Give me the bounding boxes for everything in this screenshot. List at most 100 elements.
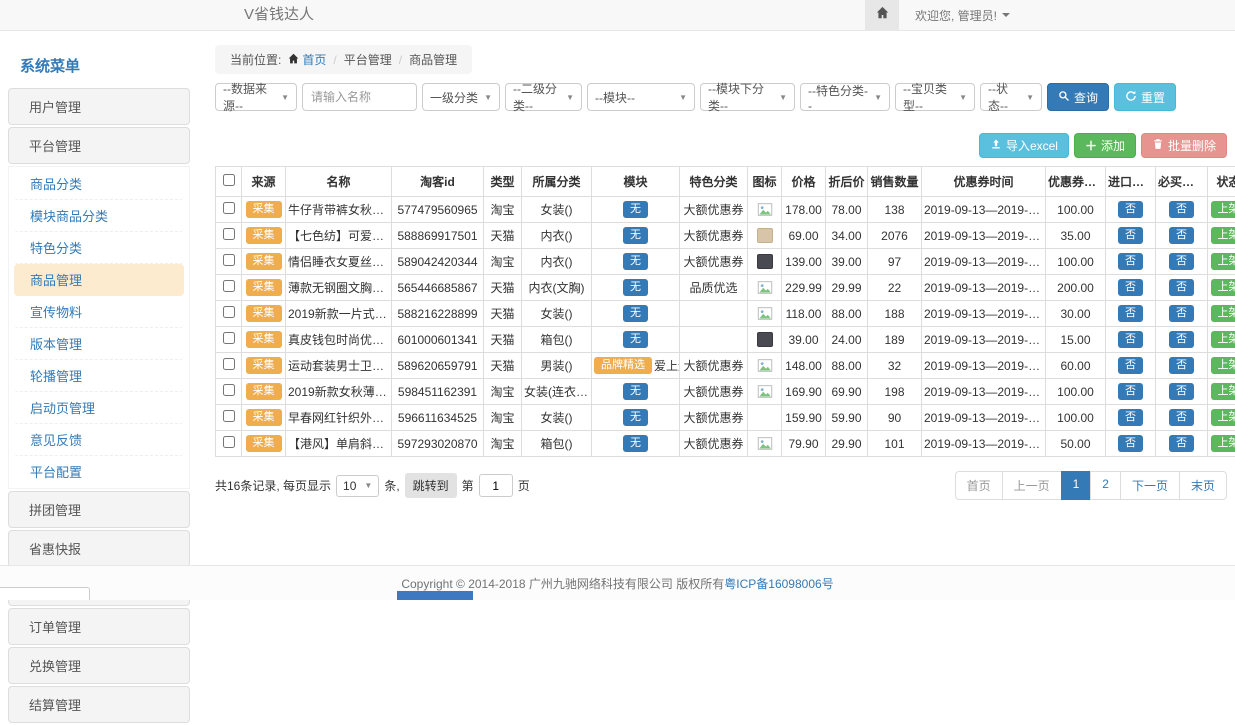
sidebar-sub-item[interactable]: 商品管理 bbox=[14, 264, 184, 296]
filter-select-data-source[interactable]: --数据来源--▼ bbox=[215, 83, 297, 111]
must-buy-toggle-badge[interactable]: 否 bbox=[1169, 409, 1194, 426]
sidebar-sub-item[interactable]: 宣传物料 bbox=[14, 296, 184, 328]
must-buy-toggle-badge[interactable]: 否 bbox=[1169, 227, 1194, 244]
user-dropdown[interactable]: 欢迎您, 管理员! bbox=[915, 7, 1010, 24]
batch-delete-button[interactable]: 批量删除 bbox=[1141, 133, 1227, 158]
table-toolbar: 导入excel ＋ 添加 批量删除 bbox=[215, 133, 1227, 158]
status-badge[interactable]: 上架 bbox=[1211, 435, 1235, 452]
sidebar-sub-item[interactable]: 意见反馈 bbox=[14, 424, 184, 456]
filter-select[interactable]: --模块--▼ bbox=[587, 83, 695, 111]
feature-cell bbox=[680, 301, 748, 327]
import-toggle-badge[interactable]: 否 bbox=[1118, 279, 1143, 296]
filter-select[interactable]: 一级分类▼ bbox=[422, 83, 500, 111]
sidebar-section-item[interactable]: 省惠快报 bbox=[8, 530, 190, 567]
import-toggle-badge[interactable]: 否 bbox=[1118, 253, 1143, 270]
source-cell: 采集 bbox=[242, 327, 286, 353]
row-checkbox[interactable] bbox=[223, 332, 235, 344]
table-row: 采集牛仔背带裤女秋装减龄...577479560965淘宝女装()无大额优惠券1… bbox=[216, 197, 1235, 223]
sidebar-sub-item[interactable]: 版本管理 bbox=[14, 328, 184, 360]
per-page-select[interactable]: 10▼ bbox=[336, 475, 379, 497]
breadcrumb-home-link[interactable]: 首页 bbox=[288, 51, 326, 68]
taoke-id-cell: 588216228899 bbox=[392, 301, 484, 327]
must-buy-toggle-badge[interactable]: 否 bbox=[1169, 383, 1194, 400]
must-buy-toggle-badge[interactable]: 否 bbox=[1169, 435, 1194, 452]
status-badge[interactable]: 上架 bbox=[1211, 227, 1235, 244]
import-select-cell: 否 bbox=[1106, 405, 1156, 431]
pager-item[interactable]: 下一页 bbox=[1120, 471, 1180, 500]
status-badge[interactable]: 上架 bbox=[1211, 383, 1235, 400]
filter-select[interactable]: --状态--▼ bbox=[980, 83, 1042, 111]
pager-item[interactable]: 上一页 bbox=[1002, 471, 1062, 500]
sidebar-section-item[interactable]: 拼团管理 bbox=[8, 491, 190, 528]
pager-item[interactable]: 末页 bbox=[1179, 471, 1227, 500]
sidebar-section-item[interactable]: 用户管理 bbox=[8, 88, 190, 125]
price-cell: 139.00 bbox=[782, 249, 826, 275]
must-buy-toggle-badge[interactable]: 否 bbox=[1169, 201, 1194, 218]
filter-select[interactable]: --特色分类--▼ bbox=[800, 83, 890, 111]
must-buy-toggle-badge[interactable]: 否 bbox=[1169, 279, 1194, 296]
reset-button[interactable]: 重置 bbox=[1114, 83, 1176, 111]
sidebar-section-item[interactable]: 结算管理 bbox=[8, 686, 190, 723]
status-badge[interactable]: 上架 bbox=[1211, 305, 1235, 322]
sidebar-section-item[interactable]: 兑换管理 bbox=[8, 647, 190, 684]
row-checkbox[interactable] bbox=[223, 436, 235, 448]
row-checkbox[interactable] bbox=[223, 358, 235, 370]
coupon-time-cell: 2019-09-13—2019-09-19 bbox=[922, 301, 1046, 327]
must-buy-toggle-badge[interactable]: 否 bbox=[1169, 331, 1194, 348]
import-toggle-badge[interactable]: 否 bbox=[1118, 305, 1143, 322]
status-badge[interactable]: 上架 bbox=[1211, 201, 1235, 218]
filter-select[interactable]: --模块下分类--▼ bbox=[700, 83, 795, 111]
row-checkbox[interactable] bbox=[223, 410, 235, 422]
jump-page-input[interactable] bbox=[479, 474, 513, 497]
app-header: V省钱达人 欢迎您, 管理员! bbox=[0, 0, 1235, 31]
must-buy-cell: 否 bbox=[1156, 275, 1208, 301]
import-toggle-badge[interactable]: 否 bbox=[1118, 331, 1143, 348]
jump-button[interactable]: 跳转到 bbox=[405, 473, 457, 498]
row-checkbox[interactable] bbox=[223, 228, 235, 240]
sidebar-section-item[interactable]: 订单管理 bbox=[8, 608, 190, 645]
import-toggle-badge[interactable]: 否 bbox=[1118, 357, 1143, 374]
sidebar-sub-item[interactable]: 商品分类 bbox=[14, 168, 184, 200]
sidebar-sub-item[interactable]: 特色分类 bbox=[14, 232, 184, 264]
status-badge[interactable]: 上架 bbox=[1211, 331, 1235, 348]
must-buy-toggle-badge[interactable]: 否 bbox=[1169, 253, 1194, 270]
row-checkbox[interactable] bbox=[223, 384, 235, 396]
search-button[interactable]: 查询 bbox=[1047, 83, 1109, 111]
sidebar-sub-item[interactable]: 平台配置 bbox=[14, 456, 184, 487]
import-toggle-badge[interactable]: 否 bbox=[1118, 383, 1143, 400]
sidebar-sub-item[interactable]: 模块商品分类 bbox=[14, 200, 184, 232]
status-badge[interactable]: 上架 bbox=[1211, 357, 1235, 374]
filter-select[interactable]: --二级分类--▼ bbox=[505, 83, 582, 111]
row-checkbox[interactable] bbox=[223, 254, 235, 266]
filter-select[interactable]: --宝贝类型--▼ bbox=[895, 83, 975, 111]
row-checkbox[interactable] bbox=[223, 306, 235, 318]
name-search-input[interactable] bbox=[302, 83, 417, 111]
discount-price-cell: 88.00 bbox=[826, 353, 868, 379]
sidebar-section-item[interactable]: 平台管理 bbox=[8, 127, 190, 164]
pager-item[interactable]: 1 bbox=[1061, 471, 1092, 500]
must-buy-toggle-badge[interactable]: 否 bbox=[1169, 305, 1194, 322]
status-badge[interactable]: 上架 bbox=[1211, 279, 1235, 296]
import-toggle-badge[interactable]: 否 bbox=[1118, 435, 1143, 452]
home-nav-button[interactable] bbox=[865, 0, 899, 30]
import-toggle-badge[interactable]: 否 bbox=[1118, 409, 1143, 426]
must-buy-toggle-badge[interactable]: 否 bbox=[1169, 357, 1194, 374]
icp-link[interactable]: 粤ICP备16098006号 bbox=[724, 575, 833, 592]
pager-item[interactable]: 首页 bbox=[955, 471, 1003, 500]
add-button[interactable]: ＋ 添加 bbox=[1074, 133, 1136, 158]
import-toggle-badge[interactable]: 否 bbox=[1118, 201, 1143, 218]
pager-item[interactable]: 2 bbox=[1090, 471, 1121, 500]
import-toggle-badge[interactable]: 否 bbox=[1118, 227, 1143, 244]
select-all-checkbox[interactable] bbox=[223, 174, 235, 186]
source-badge: 采集 bbox=[246, 383, 282, 400]
row-checkbox[interactable] bbox=[223, 280, 235, 292]
home-icon bbox=[876, 6, 889, 24]
sidebar-sub-item[interactable]: 启动页管理 bbox=[14, 392, 184, 424]
status-badge[interactable]: 上架 bbox=[1211, 253, 1235, 270]
sidebar-sub-item[interactable]: 轮播管理 bbox=[14, 360, 184, 392]
row-checkbox[interactable] bbox=[223, 202, 235, 214]
module-cell: 无 bbox=[592, 327, 680, 353]
import-excel-button[interactable]: 导入excel bbox=[979, 133, 1069, 158]
icon-cell bbox=[748, 327, 782, 353]
status-badge[interactable]: 上架 bbox=[1211, 409, 1235, 426]
